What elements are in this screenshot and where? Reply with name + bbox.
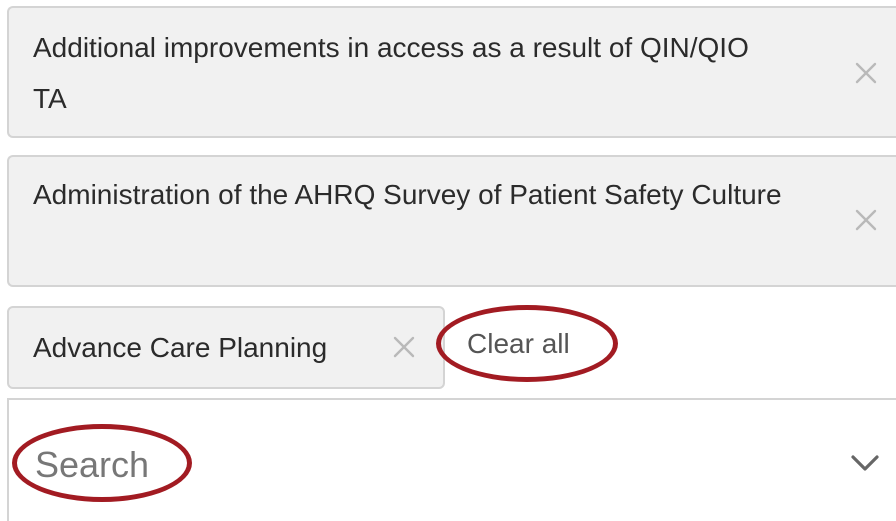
search-input[interactable] — [35, 440, 815, 490]
close-icon[interactable] — [849, 56, 883, 90]
search-field — [7, 398, 896, 521]
selected-tag-label: Advance Care Planning — [33, 332, 328, 363]
close-icon[interactable] — [849, 203, 883, 237]
selected-tag: Administration of the AHRQ Survey of Pat… — [7, 155, 896, 287]
selected-tag: Advance Care Planning — [7, 306, 445, 389]
selected-tag: Additional improvements in access as a r… — [7, 6, 896, 138]
chevron-down-icon[interactable] — [845, 450, 885, 476]
clear-all-button[interactable]: Clear all — [467, 322, 570, 366]
selected-tag-label: Administration of the AHRQ Survey of Pat… — [33, 179, 782, 210]
multi-select-filter: Additional improvements in access as a r… — [0, 0, 896, 521]
close-icon[interactable] — [387, 330, 421, 364]
selected-tag-label: Additional improvements in access as a r… — [33, 32, 749, 114]
